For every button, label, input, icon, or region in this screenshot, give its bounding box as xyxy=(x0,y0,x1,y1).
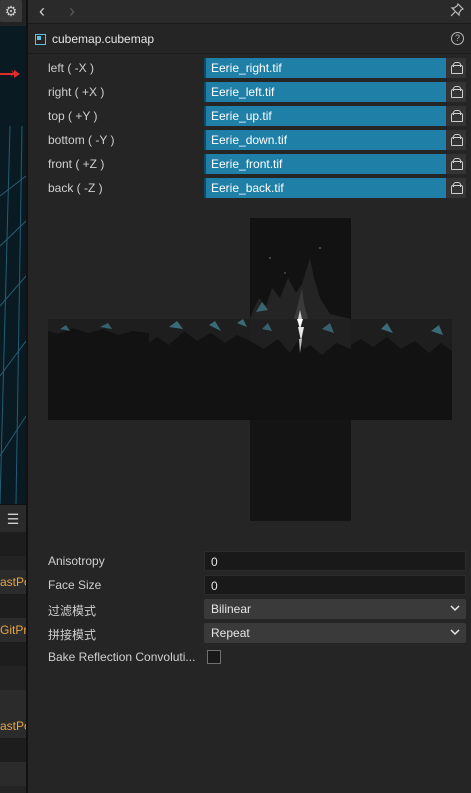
face-left-label: left ( -X ) xyxy=(48,61,95,75)
face-right-field[interactable]: Eerie_left.tif xyxy=(204,82,466,102)
face-bottom-row: bottom ( -Y ) Eerie_down.tif xyxy=(48,130,468,150)
bake-reflection-checkbox[interactable] xyxy=(207,650,221,664)
face-preview-left xyxy=(48,319,149,420)
list-item[interactable] xyxy=(0,532,26,556)
bake-reflection-label: Bake Reflection Convoluti... xyxy=(48,650,196,664)
list-item[interactable] xyxy=(0,594,26,618)
anisotropy-label: Anisotropy xyxy=(48,554,105,568)
chevron-down-icon xyxy=(450,601,460,618)
asset-header: cubemap.cubemap ? xyxy=(28,26,471,54)
chevron-left-icon[interactable]: ‹ xyxy=(31,0,53,24)
pin-icon[interactable] xyxy=(449,2,465,19)
chevron-down-icon xyxy=(450,625,460,642)
face-preview-back xyxy=(351,319,452,420)
chevron-right-icon[interactable]: › xyxy=(61,0,83,24)
cubemap-icon xyxy=(35,34,46,45)
lock-icon[interactable] xyxy=(446,178,466,198)
face-size-label: Face Size xyxy=(48,578,102,592)
face-top-field[interactable]: Eerie_up.tif xyxy=(204,106,466,126)
list-item[interactable] xyxy=(0,738,26,762)
cubemap-preview xyxy=(48,218,452,521)
face-preview-right xyxy=(250,319,351,420)
lock-icon[interactable] xyxy=(446,130,466,150)
face-right-label: right ( +X ) xyxy=(48,85,105,99)
anisotropy-input[interactable]: 0 xyxy=(204,551,466,571)
face-bottom-label: bottom ( -Y ) xyxy=(48,133,115,147)
face-back-field[interactable]: Eerie_back.tif xyxy=(204,178,466,198)
axis-x-label: x xyxy=(11,68,16,79)
bake-reflection-row: Bake Reflection Convoluti... xyxy=(48,647,468,667)
lock-icon[interactable] xyxy=(446,154,466,174)
face-preview-front xyxy=(149,319,250,420)
gear-icon[interactable]: ⚙ xyxy=(0,0,22,22)
wrap-mode-row: 拼接模式 Repeat xyxy=(48,623,468,643)
list-item[interactable] xyxy=(0,642,26,666)
face-preview-bottom xyxy=(250,420,351,521)
scene-viewport[interactable]: x xyxy=(0,26,26,504)
face-back-row: back ( -Z ) Eerie_back.tif xyxy=(48,178,468,198)
lock-icon[interactable] xyxy=(446,106,466,126)
list-item[interactable]: GitPro xyxy=(0,618,26,642)
asset-title: cubemap.cubemap xyxy=(52,32,155,46)
scene-panel-strip: ⚙ x ☰ astPo GitPro astPo xyxy=(0,0,26,793)
filter-mode-select[interactable]: Bilinear xyxy=(204,599,466,619)
wrap-mode-select[interactable]: Repeat xyxy=(204,623,466,643)
face-size-row: Face Size 0 xyxy=(48,575,468,595)
help-icon[interactable]: ? xyxy=(451,32,464,45)
inspector-toolbar: ‹ › xyxy=(28,0,471,24)
list-item[interactable]: astPo xyxy=(0,714,26,738)
face-bottom-field[interactable]: Eerie_down.tif xyxy=(204,130,466,150)
inspector-panel: ‹ › cubemap.cubemap ? left ( -X ) Eerie_… xyxy=(28,0,471,793)
filter-mode-label: 过滤模式 xyxy=(48,604,97,618)
face-top-row: top ( +Y ) Eerie_up.tif xyxy=(48,106,468,126)
face-preview-top xyxy=(250,218,351,319)
face-left-row: left ( -X ) Eerie_right.tif xyxy=(48,58,468,78)
menu-icon[interactable]: ☰ xyxy=(0,504,26,532)
face-back-label: back ( -Z ) xyxy=(48,181,103,195)
wrap-mode-label: 拼接模式 xyxy=(48,628,97,642)
filter-mode-row: 过滤模式 Bilinear xyxy=(48,599,468,619)
face-front-row: front ( +Z ) Eerie_front.tif xyxy=(48,154,468,174)
lock-icon[interactable] xyxy=(446,58,466,78)
lock-icon[interactable] xyxy=(446,82,466,102)
face-left-field[interactable]: Eerie_right.tif xyxy=(204,58,466,78)
face-size-input[interactable]: 0 xyxy=(204,575,466,595)
list-item[interactable] xyxy=(0,690,26,714)
list-item[interactable] xyxy=(0,762,26,786)
anisotropy-row: Anisotropy 0 xyxy=(48,551,468,571)
list-item[interactable]: astPo xyxy=(0,570,26,594)
face-right-row: right ( +X ) Eerie_left.tif xyxy=(48,82,468,102)
face-front-field[interactable]: Eerie_front.tif xyxy=(204,154,466,174)
face-top-label: top ( +Y ) xyxy=(48,109,98,123)
face-front-label: front ( +Z ) xyxy=(48,157,105,171)
